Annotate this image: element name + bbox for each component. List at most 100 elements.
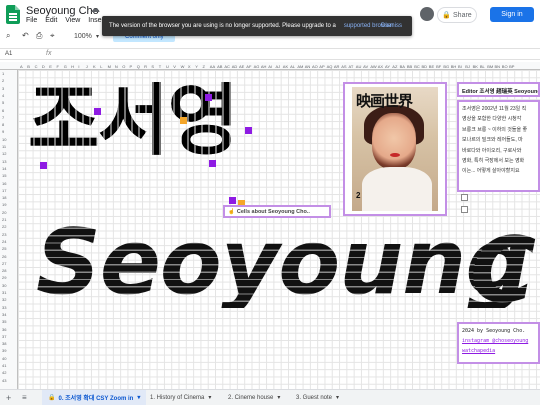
print-icon[interactable]: ⎙ xyxy=(36,31,42,41)
column-header[interactable]: BK xyxy=(473,64,478,69)
column-header[interactable]: E xyxy=(49,64,52,69)
row-header[interactable]: 8 xyxy=(2,122,4,127)
column-header[interactable]: T xyxy=(159,64,161,69)
column-header[interactable]: C xyxy=(35,64,38,69)
column-header[interactable]: O xyxy=(122,64,125,69)
tab-guest-note[interactable]: 3. Guest note ▾ xyxy=(290,390,345,405)
share-button[interactable]: 🔒 Share xyxy=(437,7,477,23)
row-header[interactable]: 26 xyxy=(2,254,6,259)
row-header[interactable]: 30 xyxy=(2,283,6,288)
column-header[interactable]: Z xyxy=(203,64,205,69)
row-header[interactable]: 39 xyxy=(2,348,6,353)
column-header[interactable]: AD xyxy=(232,64,238,69)
row-header[interactable]: 15 xyxy=(2,173,6,178)
add-sheet-icon[interactable]: + xyxy=(6,393,11,403)
sheets-logo-icon[interactable] xyxy=(6,5,20,24)
row-header[interactable]: 9 xyxy=(2,129,4,134)
menu-edit[interactable]: Edit xyxy=(45,17,57,24)
all-sheets-icon[interactable]: ≡ xyxy=(22,393,27,402)
row-header[interactable]: 23 xyxy=(2,232,6,237)
undo-icon[interactable]: ↶ xyxy=(22,31,29,40)
column-header[interactable]: V xyxy=(173,64,176,69)
column-header[interactable]: R xyxy=(144,64,147,69)
column-header[interactable]: AK xyxy=(283,64,288,69)
watchapedia-link[interactable]: watchapedia xyxy=(462,346,535,356)
column-header[interactable]: A xyxy=(20,64,23,69)
column-header[interactable]: AU xyxy=(356,64,362,69)
column-header[interactable]: AS xyxy=(341,64,346,69)
row-header[interactable]: 40 xyxy=(2,356,6,361)
column-header[interactable]: BP xyxy=(509,64,514,69)
column-header[interactable]: BC xyxy=(414,64,420,69)
column-header[interactable]: X xyxy=(188,64,191,69)
row-header[interactable]: 12 xyxy=(2,151,6,156)
column-header[interactable]: M xyxy=(108,64,111,69)
search-menus-icon[interactable]: ⌕ xyxy=(6,31,10,41)
row-header[interactable]: 29 xyxy=(2,275,6,280)
row-header[interactable]: 34 xyxy=(2,312,6,317)
row-header[interactable]: 43 xyxy=(2,378,6,383)
row-header[interactable]: 31 xyxy=(2,290,6,295)
document-title[interactable]: Seoyoung Cho xyxy=(26,5,99,17)
row-header[interactable]: 10 xyxy=(2,137,6,142)
row-header[interactable]: 24 xyxy=(2,239,6,244)
column-header[interactable]: AQ xyxy=(327,64,333,69)
row-header[interactable]: 1 xyxy=(2,71,4,76)
row-header[interactable]: 25 xyxy=(2,246,6,251)
row-header[interactable]: 28 xyxy=(2,268,6,273)
column-header[interactable]: AZ xyxy=(392,64,397,69)
row-header[interactable]: 19 xyxy=(2,202,6,207)
row-header[interactable]: 22 xyxy=(2,224,6,229)
column-header[interactable]: AY xyxy=(385,64,390,69)
column-header[interactable]: AR xyxy=(334,64,340,69)
column-header[interactable]: AF xyxy=(246,64,251,69)
column-header[interactable]: AL xyxy=(290,64,295,69)
column-header[interactable]: AP xyxy=(319,64,324,69)
row-header[interactable]: 20 xyxy=(2,210,6,215)
row-header[interactable]: 5 xyxy=(2,100,4,105)
column-header[interactable]: S xyxy=(151,64,154,69)
column-header[interactable]: BH xyxy=(451,64,457,69)
column-header[interactable]: AX xyxy=(378,64,383,69)
row-header[interactable]: 42 xyxy=(2,370,6,375)
column-header[interactable]: U xyxy=(166,64,169,69)
column-header[interactable]: K xyxy=(93,64,96,69)
dismiss-button[interactable]: Dismiss xyxy=(381,23,402,29)
tab-history-of-cinema[interactable]: 1. History of Cinema ▾ xyxy=(144,390,217,405)
paint-format-icon[interactable]: ⌖ xyxy=(50,31,55,41)
tab-cineme-house[interactable]: 2. Cineme house ▾ xyxy=(222,390,286,405)
column-header[interactable]: BD xyxy=(422,64,428,69)
column-header[interactable]: BJ xyxy=(465,64,470,69)
row-header[interactable]: 11 xyxy=(2,144,6,149)
column-header[interactable]: H xyxy=(71,64,74,69)
column-header[interactable]: BF xyxy=(436,64,441,69)
row-header[interactable]: 4 xyxy=(2,93,4,98)
row-header[interactable]: 2 xyxy=(2,78,4,83)
column-header[interactable]: AO xyxy=(312,64,318,69)
row-header[interactable]: 7 xyxy=(2,115,4,120)
column-header[interactable]: G xyxy=(64,64,67,69)
row-header[interactable]: 6 xyxy=(2,108,4,113)
sign-in-button[interactable]: Sign in xyxy=(490,7,534,22)
row-header[interactable]: 32 xyxy=(2,297,6,302)
column-header[interactable]: BB xyxy=(407,64,412,69)
column-header[interactable]: I xyxy=(78,64,79,69)
column-header[interactable]: AE xyxy=(239,64,244,69)
column-header[interactable]: AA xyxy=(210,64,215,69)
column-header[interactable]: AH xyxy=(261,64,267,69)
instagram-link[interactable]: instagram @choseoyoung xyxy=(462,336,535,346)
chevron-down-icon[interactable]: ▾ xyxy=(96,33,99,40)
account-icon[interactable] xyxy=(420,7,434,21)
column-header[interactable]: W xyxy=(181,64,185,69)
row-header[interactable]: 16 xyxy=(2,181,6,186)
column-header[interactable]: BI xyxy=(458,64,462,69)
column-header[interactable]: AN xyxy=(305,64,311,69)
column-header[interactable]: N xyxy=(115,64,118,69)
row-header[interactable]: 18 xyxy=(2,195,6,200)
column-header[interactable]: AJ xyxy=(276,64,281,69)
cloud-status-icon[interactable]: ☁ xyxy=(90,4,100,15)
column-header[interactable]: J xyxy=(86,64,88,69)
column-header[interactable]: BL xyxy=(480,64,485,69)
row-header[interactable]: 37 xyxy=(2,334,6,339)
row-header[interactable]: 13 xyxy=(2,159,6,164)
